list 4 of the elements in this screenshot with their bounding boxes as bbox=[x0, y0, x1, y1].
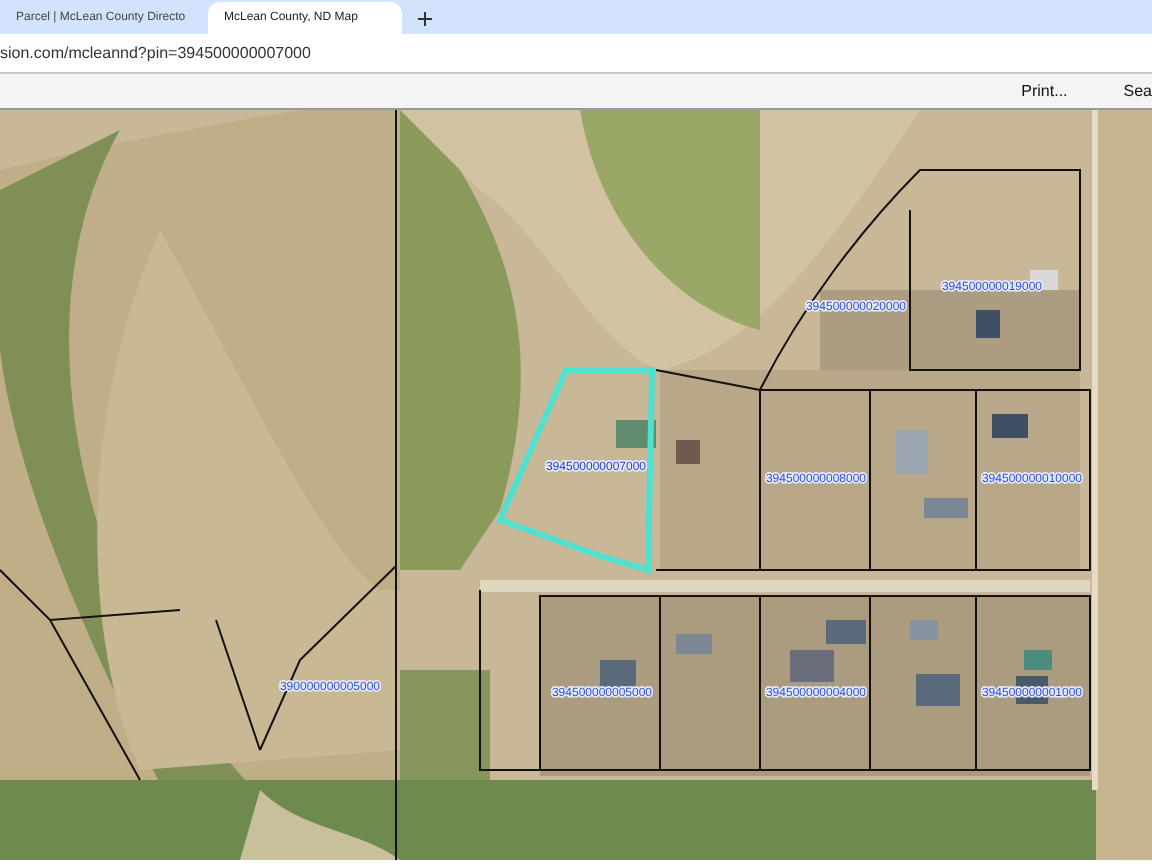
toolbar-button[interactable]: Print... bbox=[1021, 79, 1068, 103]
toolbar-button[interactable]: Sea bbox=[1123, 79, 1152, 103]
new-tab-icon[interactable] bbox=[418, 11, 432, 25]
address-bar-url[interactable]: sion.com/mcleannd?pin=394500000007000 bbox=[0, 41, 311, 65]
